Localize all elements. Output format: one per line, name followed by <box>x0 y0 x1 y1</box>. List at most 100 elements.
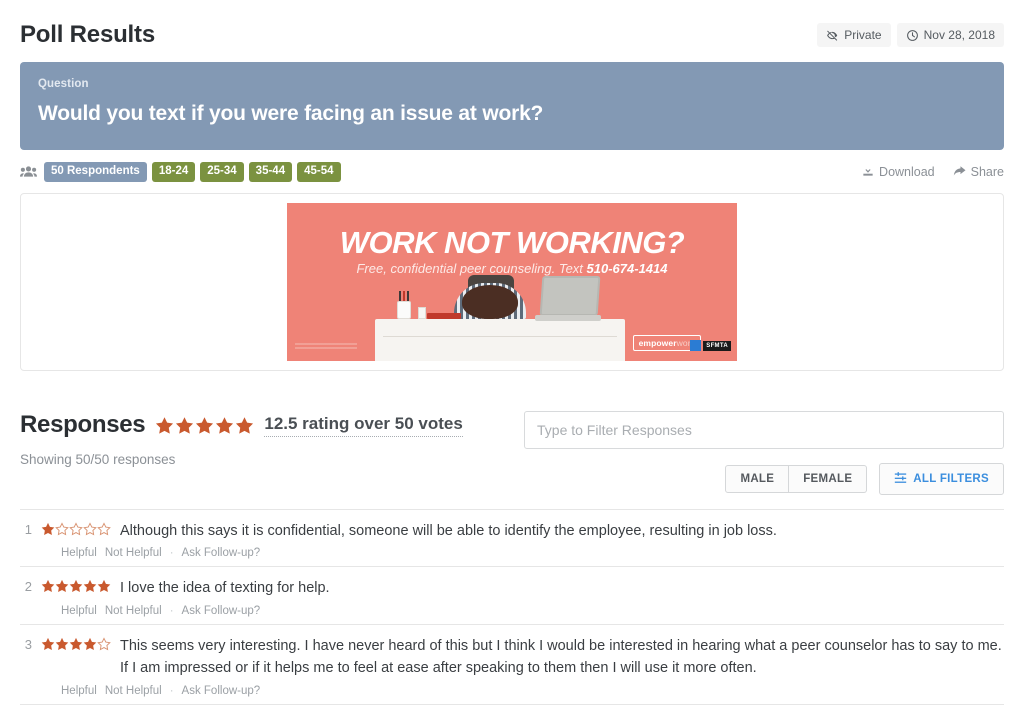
all-filters-label: ALL FILTERS <box>913 473 989 485</box>
response-actions: Helpful Not Helpful · Ask Follow-up? <box>61 547 1004 559</box>
star-filled-icon <box>41 580 55 593</box>
ask-follow-up-link[interactable]: Ask Follow-up? <box>182 547 261 559</box>
star-filled-icon <box>69 637 83 650</box>
response-number: 1 <box>24 522 32 537</box>
partner-logo-mark <box>690 340 702 351</box>
ad-fineprint <box>295 343 357 351</box>
ask-follow-up-link[interactable]: Ask Follow-up? <box>182 605 261 617</box>
star-filled-icon <box>196 416 214 434</box>
response-text: Although this says it is confidential, s… <box>120 523 777 539</box>
action-separator: · <box>169 684 174 697</box>
star-filled-icon <box>176 416 194 434</box>
not-helpful-link[interactable]: Not Helpful <box>105 685 162 697</box>
action-separator: · <box>169 547 174 560</box>
ad-laptop-base <box>535 315 601 321</box>
date-badge: Nov 28, 2018 <box>896 23 1004 47</box>
share-button[interactable]: Share <box>953 165 1004 180</box>
ad-headline: WORK NOT WORKING? <box>339 225 685 260</box>
poll-actions: Download Share <box>862 165 1004 180</box>
responses-toolbar: Responses 12.5 rating over 50 votes Show… <box>20 411 1004 495</box>
star-empty-icon <box>97 637 111 651</box>
response-main: 1 Although this says it is confidential,… <box>20 520 1004 542</box>
star-filled-icon <box>83 580 97 593</box>
share-label: Share <box>970 165 1004 179</box>
not-helpful-link[interactable]: Not Helpful <box>105 605 162 617</box>
clock-icon <box>906 29 919 42</box>
question-text: Would you text if you were facing an iss… <box>38 102 544 125</box>
gender-filter-group: MALE FEMALE <box>725 465 868 493</box>
star-filled-icon <box>216 416 234 434</box>
response-number: 2 <box>24 579 32 595</box>
download-label: Download <box>879 165 935 179</box>
star-filled-icon <box>41 522 55 536</box>
download-button[interactable]: Download <box>862 165 935 180</box>
eye-slash-icon <box>826 29 839 42</box>
star-empty-icon <box>55 522 69 536</box>
age-badge-35-44[interactable]: 35-44 <box>248 162 293 182</box>
filter-female-button[interactable]: FEMALE <box>789 465 868 493</box>
helpful-link[interactable]: Helpful <box>61 685 97 697</box>
ad-pencil-cup <box>397 301 411 319</box>
helpful-link[interactable]: Helpful <box>61 605 97 617</box>
filter-male-button[interactable]: MALE <box>725 465 790 493</box>
response-actions: Helpful Not Helpful · Ask Follow-up? <box>61 605 1004 617</box>
filter-responses-input[interactable] <box>524 411 1004 449</box>
table-row: 2 I love the idea of texting for help. H… <box>20 567 1004 625</box>
meta-row: 50 Respondents 18-24 25-34 35-44 45-54 D… <box>20 161 1004 183</box>
privacy-badge-label: Private <box>844 28 882 42</box>
responses-heading-row: Responses 12.5 rating over 50 votes <box>20 411 463 439</box>
ad-phone-number: 510-674-1414 <box>586 261 668 276</box>
helpful-link[interactable]: Helpful <box>61 547 97 559</box>
question-label: Question <box>38 78 89 90</box>
responses-section: Responses 12.5 rating over 50 votes Show… <box>20 411 1004 705</box>
star-empty-icon <box>83 522 97 536</box>
age-badge-25-34[interactable]: 25-34 <box>200 162 244 182</box>
response-rating-stars <box>41 520 111 536</box>
age-badge-45-54[interactable]: 45-54 <box>297 162 341 182</box>
response-actions: Helpful Not Helpful · Ask Follow-up? <box>61 685 1004 697</box>
date-badge-label: Nov 28, 2018 <box>923 28 995 42</box>
ask-follow-up-link[interactable]: Ask Follow-up? <box>182 685 261 697</box>
response-rating-stars <box>41 577 111 593</box>
share-arrow-icon <box>953 165 966 180</box>
responses-filters: MALE FEMALE ALL FILTERS <box>524 411 1004 495</box>
table-row: 1 Although this says it is confidential,… <box>20 510 1004 568</box>
star-filled-icon <box>41 637 55 650</box>
question-card: Question Would you text if you were faci… <box>20 62 1004 150</box>
page-header: Poll Results Private Nov 28, 2018 <box>20 0 1004 56</box>
privacy-badge: Private <box>817 23 891 47</box>
ad-hair <box>462 285 518 319</box>
star-filled-icon <box>55 580 69 593</box>
star-empty-icon <box>69 522 83 536</box>
action-separator: · <box>169 604 174 617</box>
star-filled-icon <box>236 416 254 434</box>
responses-title: Responses <box>20 411 146 438</box>
all-filters-button[interactable]: ALL FILTERS <box>879 463 1004 495</box>
page-title: Poll Results <box>20 21 155 48</box>
sliders-icon <box>894 471 907 487</box>
partner-logo: SFMTA <box>690 340 731 351</box>
header-meta-badges: Private Nov 28, 2018 <box>817 23 1004 47</box>
download-icon <box>862 165 874 180</box>
response-text: This seems very interesting. I have neve… <box>120 637 1002 677</box>
response-rating-stars <box>41 635 111 651</box>
star-filled-icon <box>69 580 83 593</box>
response-main: 3 This seems very interesting. I have ne… <box>20 635 1004 680</box>
showing-count-text: Showing 50/50 responses <box>20 452 176 467</box>
filter-buttons-row: MALE FEMALE ALL FILTERS <box>524 463 1004 495</box>
star-filled-icon <box>55 637 69 650</box>
star-filled-icon <box>156 416 174 434</box>
poll-results-page: Poll Results Private Nov 28, 2018 Questi… <box>0 0 1024 705</box>
rating-summary-text[interactable]: 12.5 rating over 50 votes <box>264 414 463 437</box>
poll-media-card: WORK NOT WORKING? Free, confidential pee… <box>20 193 1004 371</box>
ad-notebook <box>427 313 461 319</box>
people-icon <box>20 165 37 178</box>
response-number: 3 <box>24 636 32 652</box>
overall-rating-stars <box>155 416 254 435</box>
age-badge-18-24[interactable]: 18-24 <box>151 162 196 182</box>
responses-list: 1 Although this says it is confidential,… <box>20 509 1004 705</box>
response-text: I love the idea of texting for help. <box>120 580 330 597</box>
not-helpful-link[interactable]: Not Helpful <box>105 547 162 559</box>
banner-ad-image: WORK NOT WORKING? Free, confidential pee… <box>287 203 737 361</box>
respondents-badge: 50 Respondents <box>44 162 147 182</box>
